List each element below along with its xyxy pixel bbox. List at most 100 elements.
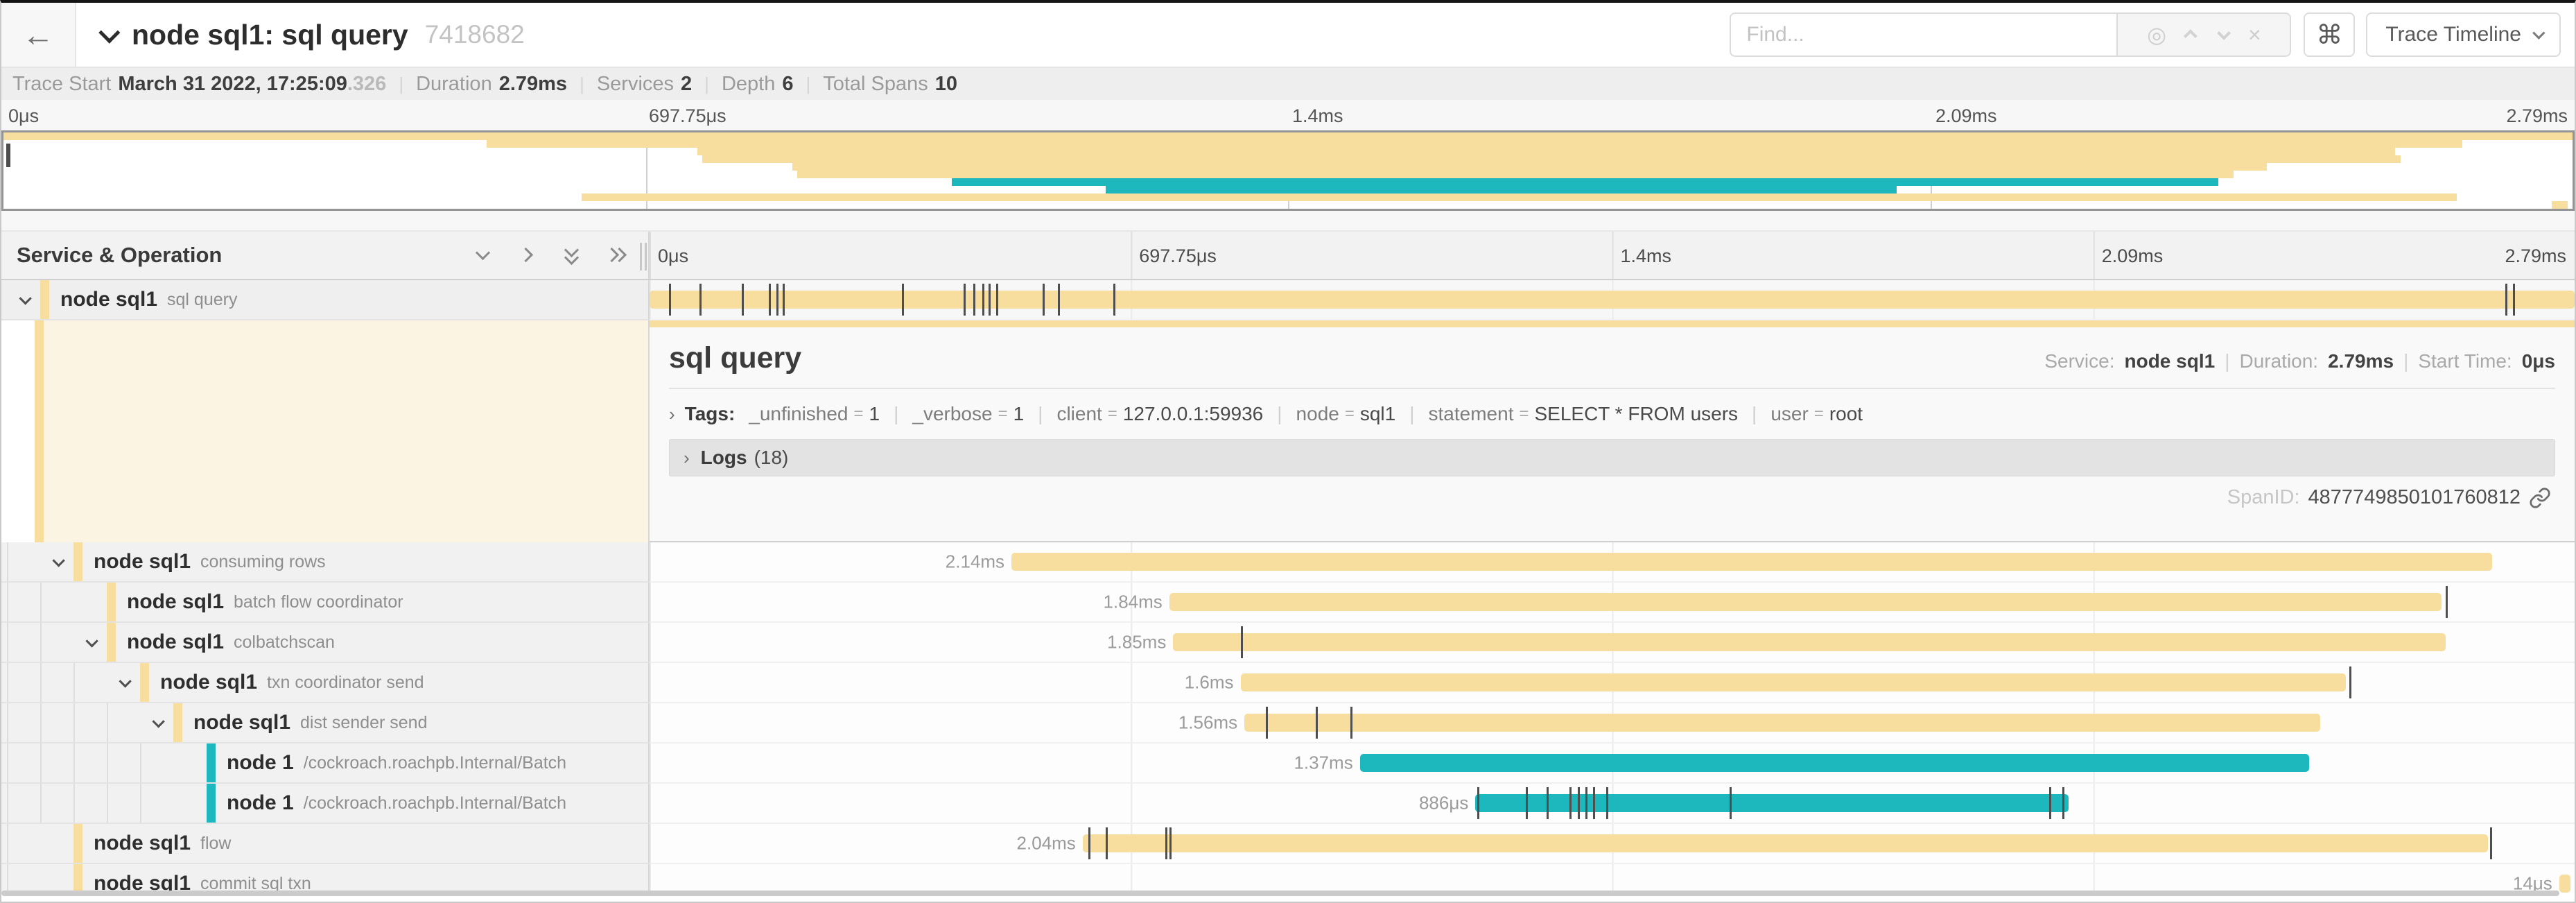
collapse-all-icon[interactable]: [473, 245, 494, 266]
span-tree-item[interactable]: node sql1txn coordinator send: [1, 663, 650, 703]
minimap-span-bar: [792, 163, 2267, 171]
find-input[interactable]: [1730, 12, 2118, 57]
span-bar-track[interactable]: 2.04ms: [650, 824, 2575, 864]
expand-one-icon[interactable]: [607, 245, 627, 266]
span-tree-item[interactable]: node sql1 batch flow coordinator: [1, 583, 650, 623]
span-bar[interactable]: [1360, 754, 2309, 772]
span-tree-item[interactable]: node sql1colbatchscan: [1, 623, 650, 663]
span-bar[interactable]: [1011, 553, 2492, 571]
trace-title-wrap[interactable]: node sql1: sql query 7418682: [100, 19, 525, 51]
span-bar[interactable]: [1241, 673, 2346, 691]
minimap-strip-row: [3, 140, 2573, 148]
start-time-label: Start Time:: [2418, 350, 2512, 372]
logs-count: (18): [754, 447, 789, 469]
span-row-9: node sql1commit sql txn14μs: [1, 864, 2575, 893]
back-button[interactable]: ←: [1, 3, 76, 67]
span-tree-item[interactable]: node sql1sql query: [1, 280, 650, 320]
column-resize-grip[interactable]: [640, 243, 650, 270]
expand-all-icon[interactable]: [562, 245, 583, 266]
tag-statement: statement=SELECT * FROM users: [1429, 403, 1739, 425]
expand-chevron-cell[interactable]: [40, 558, 73, 567]
span-bar-track[interactable]: 2.14ms: [650, 542, 2575, 583]
next-match-icon[interactable]: [2217, 26, 2231, 40]
span-bar[interactable]: [2559, 875, 2571, 893]
indent-guide: [73, 703, 107, 742]
log-tick: [1113, 284, 1115, 316]
chevron-down-icon[interactable]: [52, 554, 64, 567]
depth-value: 6: [782, 73, 793, 96]
log-tick: [2513, 284, 2515, 316]
span-duration-label: 2.04ms: [1017, 833, 1083, 854]
span-tree-item[interactable]: node sql1flow: [1, 824, 650, 864]
minimap-drag-handle[interactable]: [6, 144, 10, 167]
span-bar[interactable]: [1244, 714, 2320, 732]
expand-chevron-cell[interactable]: [140, 719, 173, 728]
logs-expand-chevron-icon[interactable]: ›: [684, 447, 690, 469]
span-tree-item[interactable]: node 1/cockroach.roachpb.Internal/Batch: [1, 743, 650, 784]
span-bar[interactable]: [1475, 794, 2068, 812]
minimap-span-bar: [797, 171, 2234, 178]
span-bar[interactable]: [650, 291, 2575, 309]
detail-divider: [669, 388, 2555, 389]
span-bar-track[interactable]: 886μs: [650, 784, 2575, 824]
expand-chevron-cell[interactable]: [73, 638, 107, 647]
chevron-down-icon[interactable]: [119, 675, 131, 687]
indent-guide: [7, 824, 40, 863]
operation-name: batch flow coordinator: [234, 592, 403, 612]
minimap-canvas[interactable]: [1, 130, 2575, 211]
expand-chevron-cell[interactable]: [107, 678, 140, 687]
trace-summary-bar: Trace Start March 31 2022, 17:25:09.326 …: [1, 68, 2575, 100]
tag-client: client=127.0.0.1:59936: [1056, 403, 1263, 425]
indent-guide: [7, 864, 40, 893]
chevron-down-icon[interactable]: [19, 292, 31, 304]
span-bar-track[interactable]: 14μs: [650, 864, 2575, 893]
indent-guide: [107, 784, 140, 823]
operation-name: txn coordinator send: [267, 673, 424, 693]
keyboard-shortcuts-button[interactable]: ⌘: [2304, 12, 2355, 57]
span-tree-item[interactable]: node sql1consuming rows: [1, 542, 650, 583]
log-tick: [2349, 666, 2351, 698]
trace-view-select[interactable]: Trace Timeline: [2366, 12, 2561, 57]
chevron-down-icon[interactable]: [152, 715, 164, 728]
tags-row[interactable]: › Tags: _unfinished=1|_verbose=1|client=…: [669, 403, 2555, 425]
match-highlight-icon[interactable]: ◎: [2147, 24, 2166, 46]
horizontal-scrollbar[interactable]: [1, 891, 2559, 896]
span-bar-track[interactable]: [650, 280, 2575, 320]
chevron-down-icon[interactable]: [85, 635, 98, 647]
service-name: node sql1: [127, 590, 224, 614]
minimap-span-bar: [582, 194, 2457, 201]
span-bar-track[interactable]: 1.37ms: [650, 743, 2575, 784]
span-bar[interactable]: [1173, 633, 2446, 651]
span-color-stripe: [73, 542, 82, 581]
prev-match-icon[interactable]: [2184, 29, 2198, 43]
span-bar-track[interactable]: 1.6ms: [650, 663, 2575, 703]
trace-start-value: March 31 2022, 17:25:09: [118, 73, 347, 96]
span-tree-item[interactable]: node sql1dist sender send: [1, 703, 650, 743]
span-tree-item[interactable]: node sql1commit sql txn: [1, 864, 650, 893]
clear-find-icon[interactable]: ×: [2248, 24, 2261, 46]
tag-_verbose: _verbose=1: [912, 403, 1024, 425]
duration-value: 2.79ms: [499, 73, 567, 96]
log-tick: [964, 284, 966, 316]
span-bar[interactable]: [1083, 834, 2488, 852]
logs-row[interactable]: › Logs (18): [669, 439, 2555, 476]
timeline-minimap: 0μs 697.75μs 1.4ms 2.09ms 2.79ms: [1, 100, 2575, 230]
tags-expand-chevron-icon[interactable]: ›: [669, 404, 675, 425]
deep-link-icon[interactable]: [2529, 487, 2551, 509]
log-tick: [973, 284, 975, 316]
span-bar-track[interactable]: 1.85ms: [650, 623, 2575, 663]
span-bar[interactable]: [1169, 593, 2442, 611]
log-tick: [982, 284, 984, 316]
detail-span-title: sql query: [669, 341, 801, 375]
timeline-grid-header: Service & Operation 0μs 697.75μs 1.4ms 2…: [1, 230, 2575, 280]
axis-tick-4: 2.79ms: [2505, 246, 2566, 267]
expand-chevron-cell[interactable]: [7, 295, 40, 304]
span-tree-item[interactable]: node 1/cockroach.roachpb.Internal/Batch: [1, 784, 650, 824]
collapse-trace-chevron-icon[interactable]: [98, 22, 120, 44]
log-tick: [783, 284, 785, 316]
span-bar-track[interactable]: 1.56ms: [650, 703, 2575, 743]
span-color-stripe: [35, 320, 44, 542]
span-bar-track[interactable]: 1.84ms: [650, 583, 2575, 623]
start-time-value: 0μs: [2522, 350, 2555, 372]
collapse-one-icon[interactable]: [518, 245, 539, 266]
